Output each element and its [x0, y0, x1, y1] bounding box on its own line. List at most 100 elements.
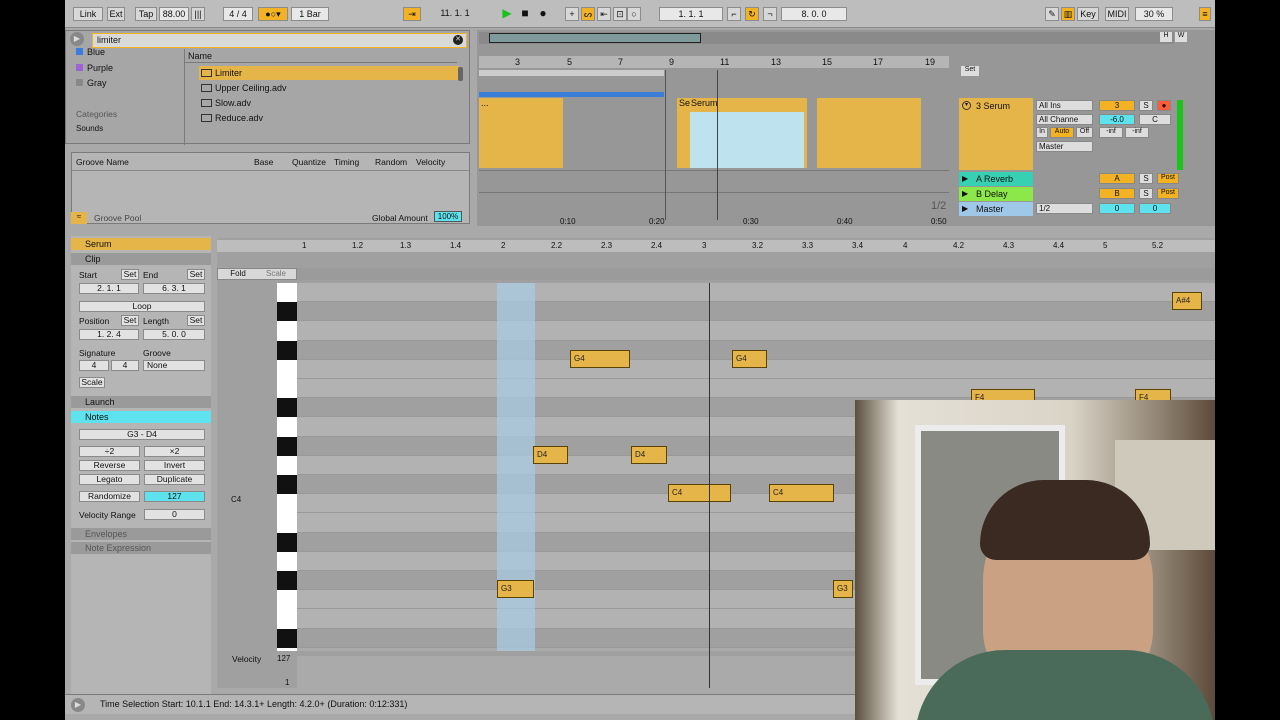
clip-title[interactable]: Serum [71, 238, 211, 250]
length-field[interactable]: 5. 0. 0 [143, 329, 205, 340]
loop-button[interactable]: Loop [79, 301, 205, 312]
quantize-select[interactable]: 1 Bar [291, 7, 329, 21]
cue-out-select[interactable]: 1/2 [1036, 203, 1093, 214]
beat-ruler[interactable]: 1 1.2 1.3 1.4 2 2.2 2.3 2.4 3 3.2 3.3 3.4 4 4.2 4.3 4.4… [217, 240, 1215, 252]
clip-3[interactable] [817, 98, 921, 168]
loop-length-field[interactable]: 8. 0. 0 [781, 7, 847, 21]
black-key[interactable] [277, 340, 297, 360]
pan-field[interactable]: C [1139, 114, 1171, 125]
track-header-reverb[interactable]: ▶ A Reverb [959, 172, 1033, 186]
automation-arm-icon[interactable]: ᔕ [581, 7, 595, 21]
master-pan[interactable]: 0 [1139, 203, 1171, 214]
track-header-delay[interactable]: ▶ B Delay [959, 187, 1033, 201]
input-channel-select[interactable]: All Channe [1036, 114, 1093, 125]
back-to-arrangement-icon[interactable] [949, 66, 961, 76]
black-key[interactable] [277, 571, 297, 591]
solo-button[interactable]: S [1139, 100, 1153, 111]
midi-note[interactable]: G3 [497, 580, 534, 598]
fold-button[interactable]: Fold [221, 269, 255, 279]
signature-field[interactable]: 4 / 4 [223, 7, 253, 21]
end-field[interactable]: 6. 3. 1 [143, 283, 205, 294]
play-icon[interactable]: ▶ [500, 7, 514, 21]
midi-note[interactable]: C4 [769, 484, 834, 502]
monitor-in-button[interactable]: In [1036, 127, 1048, 138]
envelopes-section-header[interactable]: Envelopes [71, 528, 211, 540]
legato-button[interactable]: Legato [79, 474, 140, 485]
notes-section-header[interactable]: Notes [71, 411, 211, 423]
midi-note[interactable]: G4 [732, 350, 767, 368]
midi-note[interactable]: D4 [631, 446, 667, 464]
name-column-header[interactable]: Name [185, 49, 457, 63]
master-volume[interactable]: 0 [1099, 203, 1135, 214]
track-activator[interactable]: 3 [1099, 100, 1135, 111]
label-purple[interactable]: Purple [76, 63, 113, 73]
track-header-serum[interactable]: ▾ 3 Serum [959, 98, 1033, 170]
groove-select[interactable]: None [143, 360, 205, 371]
midi-map-button[interactable]: MIDI [1105, 7, 1129, 21]
browser-toggle-icon[interactable]: ▶ [70, 32, 84, 46]
monitor-off-button[interactable]: Off [1076, 127, 1093, 138]
return-a-activator[interactable]: A [1099, 173, 1135, 184]
loop-start-field[interactable]: 1. 1. 1 [659, 7, 723, 21]
tempo-field[interactable]: 88.00 [159, 7, 189, 21]
session-record-icon[interactable]: ○ [627, 7, 641, 21]
double-button[interactable]: ×2 [144, 446, 205, 457]
loop-brace[interactable] [479, 70, 664, 76]
info-toggle-icon[interactable]: ▶ [71, 698, 85, 712]
position-field[interactable]: 1. 2. 4 [79, 329, 139, 340]
duplicate-button[interactable]: Duplicate [144, 474, 205, 485]
keyboard-icon[interactable]: ▥ [1061, 7, 1075, 21]
black-key[interactable] [277, 398, 297, 418]
reverse-button[interactable]: Reverse [79, 460, 140, 471]
return-a-solo[interactable]: S [1139, 173, 1153, 184]
monitor-auto-button[interactable]: Auto [1050, 127, 1074, 138]
black-key[interactable] [277, 302, 297, 322]
nudge-icon[interactable]: ||| [191, 7, 205, 21]
w-button[interactable]: W [1175, 32, 1187, 42]
reenable-automation-icon[interactable]: ⇤ [597, 7, 611, 21]
launch-section-header[interactable]: Launch [71, 396, 211, 408]
groove-pool-icon[interactable]: ≈ [71, 212, 87, 224]
scale-button[interactable]: Scale [259, 269, 293, 279]
signature-numerator[interactable]: 4 [79, 360, 109, 371]
start-set-button[interactable]: Set [121, 269, 139, 280]
midi-note[interactable]: C4 [668, 484, 731, 502]
return-b-post[interactable]: Post [1157, 188, 1179, 199]
halve-button[interactable]: ÷2 [79, 446, 140, 457]
sounds-item[interactable]: Sounds [76, 124, 103, 132]
loop-icon[interactable]: ↻ [745, 7, 759, 21]
file-item[interactable]: Slow.adv [199, 96, 459, 110]
invert-button[interactable]: Invert [144, 460, 205, 471]
black-key[interactable] [277, 628, 297, 648]
midi-note[interactable]: G3 [833, 580, 853, 598]
h-button[interactable]: H [1160, 32, 1172, 42]
note-expression-section-header[interactable]: Note Expression [71, 542, 211, 554]
midi-note[interactable]: G4 [570, 350, 630, 368]
file-item[interactable]: Upper Ceiling.adv [199, 81, 459, 95]
input-type-select[interactable]: All Ins [1036, 100, 1093, 111]
black-key[interactable] [277, 436, 297, 456]
output-select[interactable]: Master [1036, 141, 1093, 152]
menu-icon[interactable]: ≡ [1199, 7, 1211, 21]
fold-icon[interactable]: ▾ [962, 101, 971, 110]
loop-bar[interactable] [297, 268, 1215, 280]
ext-button[interactable]: Ext [107, 7, 125, 21]
bar-ruler[interactable]: 3 5 7 9 11 13 15 17 19 [479, 56, 949, 68]
label-blue[interactable]: Blue [76, 47, 105, 57]
capture-icon[interactable]: ⊡ [613, 7, 627, 21]
randomize-amount[interactable]: 127 [144, 491, 205, 502]
set-button[interactable]: Set [961, 66, 979, 76]
global-amount-field[interactable]: 100% [434, 211, 462, 222]
scale-button[interactable]: Scale [79, 377, 105, 388]
signature-denominator[interactable]: 4 [111, 360, 139, 371]
draw-mode-icon[interactable]: ✎ [1045, 7, 1059, 21]
randomize-button[interactable]: Randomize [79, 491, 140, 502]
clip-1[interactable]: ... [479, 98, 563, 168]
volume-field[interactable]: -6.0 [1099, 114, 1135, 125]
black-key[interactable] [277, 475, 297, 495]
file-item[interactable]: Limiter [199, 66, 459, 80]
send-a-field[interactable]: -inf [1099, 127, 1123, 138]
stop-icon[interactable]: ■ [518, 7, 532, 21]
follow-icon[interactable]: ⇥ [403, 7, 421, 21]
key-map-button[interactable]: Key [1077, 7, 1099, 21]
